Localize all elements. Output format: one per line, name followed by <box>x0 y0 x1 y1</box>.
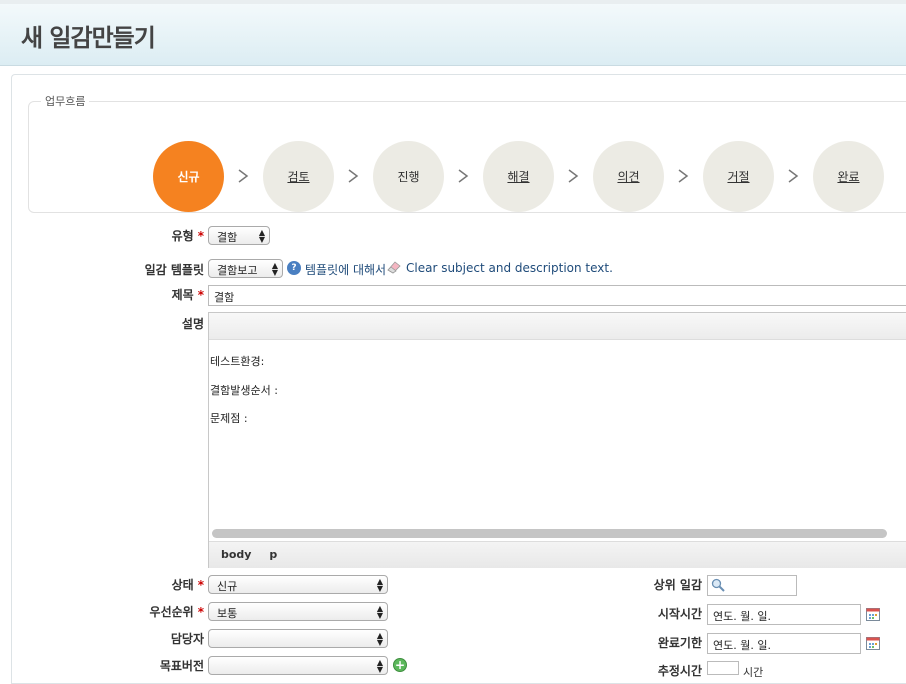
workflow-legend: 업무흐름 <box>45 95 86 108</box>
status-label: 상태 * <box>171 578 204 592</box>
chevron-right-icon <box>347 169 359 183</box>
help-icon[interactable]: ? <box>287 261 301 275</box>
assignee-select[interactable]: ▲ ▼ <box>208 629 388 648</box>
element-path-body[interactable]: body <box>221 548 251 561</box>
chevron-right-icon <box>237 169 249 183</box>
page-header: 새 일감만들기 <box>0 0 906 66</box>
editor-toolbar <box>209 313 906 340</box>
chevron-right-icon <box>787 169 799 183</box>
workflow-step-new: 신규 <box>153 141 224 212</box>
parent-issue-label: 상위 일감 <box>653 578 702 592</box>
calendar-icon[interactable] <box>866 636 880 650</box>
due-date-label: 완료기한 <box>657 636 702 650</box>
workflow-step-closed[interactable]: 완료 <box>813 141 884 212</box>
estimated-time-input[interactable] <box>707 661 739 675</box>
description-line: 테스트환경: <box>210 355 265 368</box>
workflow-step-review[interactable]: 검토 <box>263 141 334 212</box>
description-editor[interactable]: 테스트환경: 결함발생순서 : 문제점 : body p <box>208 312 906 568</box>
template-about-link[interactable]: 템플릿에 대해서 <box>305 261 386 278</box>
add-icon[interactable]: + <box>393 658 407 672</box>
chevron-right-icon <box>567 169 579 183</box>
description-line: 문제점 : <box>210 412 248 425</box>
element-path-p[interactable]: p <box>269 548 277 561</box>
description-label: 설명 <box>181 317 204 331</box>
chevron-right-icon <box>677 169 689 183</box>
start-date-input[interactable]: 연도. 월. 일. <box>707 604 861 625</box>
eraser-icon <box>386 260 402 274</box>
workflow-panel: 업무흐름 신규 검토 진행 해결 의견 거절 완료 <box>28 93 906 213</box>
workflow-step-rejected[interactable]: 거절 <box>703 141 774 212</box>
workflow-steps: 신규 검토 진행 해결 의견 거절 완료 <box>153 141 906 212</box>
assignee-label: 담당자 <box>170 632 204 646</box>
workflow-step-progress: 진행 <box>373 141 444 212</box>
chevron-right-icon <box>457 169 469 183</box>
type-label: 유형 * <box>171 229 204 243</box>
type-select[interactable]: 결함 ▲ ▼ <box>208 226 270 245</box>
page-title: 새 일감만들기 <box>21 24 156 52</box>
priority-select[interactable]: 보통 ▲ ▼ <box>208 602 388 621</box>
status-select[interactable]: 신규 ▲ ▼ <box>208 575 388 594</box>
due-date-input[interactable]: 연도. 월. 일. <box>707 633 861 654</box>
target-version-select[interactable]: ▲ ▼ <box>208 656 388 675</box>
workflow-step-resolved[interactable]: 해결 <box>483 141 554 212</box>
subject-label: 제목 * <box>171 288 204 302</box>
priority-label: 우선순위 * <box>149 605 204 619</box>
estimated-time-unit: 시간 <box>743 666 764 679</box>
template-select[interactable]: 결함보고 ▲ ▼ <box>208 259 283 278</box>
editor-statusbar: body p <box>209 541 906 568</box>
start-date-label: 시작시간 <box>657 607 702 621</box>
workflow-step-feedback[interactable]: 의견 <box>593 141 664 212</box>
target-version-label: 목표버전 <box>159 659 204 673</box>
description-line: 결함발생순서 : <box>210 384 278 397</box>
search-icon <box>711 578 725 592</box>
clear-subject-link[interactable]: Clear subject and description text. <box>406 261 613 275</box>
calendar-icon[interactable] <box>866 607 880 621</box>
editor-scrollbar[interactable] <box>212 529 887 538</box>
subject-input[interactable]: 결함 <box>208 285 906 306</box>
estimated-time-label: 추정시간 <box>657 664 702 678</box>
template-label: 일감 템플릿 <box>144 263 204 277</box>
